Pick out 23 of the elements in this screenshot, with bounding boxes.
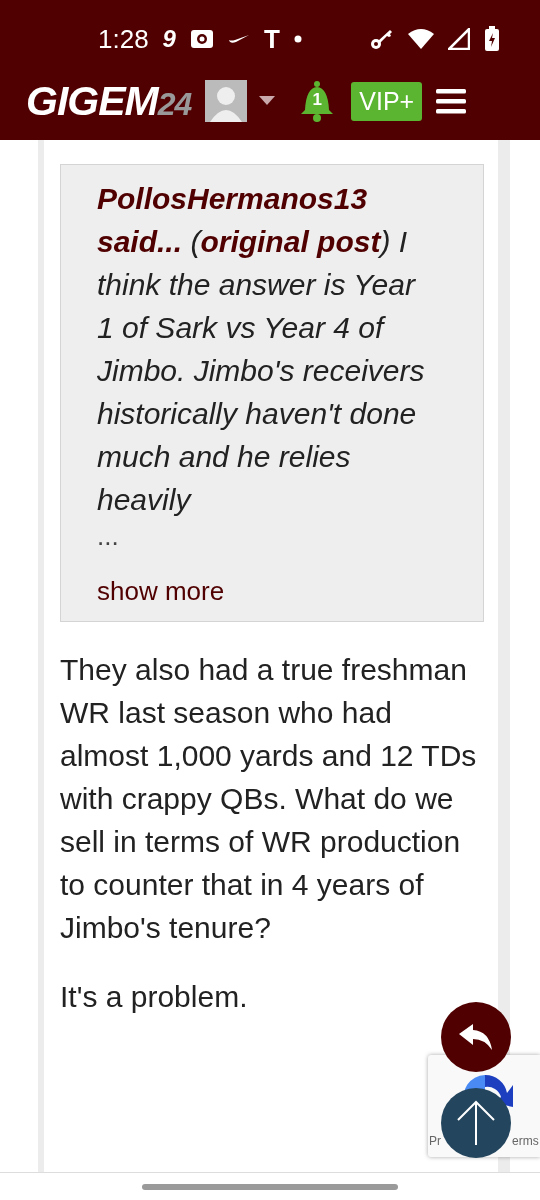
notification-glyph: T bbox=[263, 23, 280, 55]
key-icon bbox=[370, 28, 394, 50]
recaptcha-terms-text[interactable]: erms bbox=[512, 1134, 539, 1148]
reply-icon bbox=[459, 1024, 493, 1050]
menu-icon[interactable] bbox=[436, 88, 467, 114]
recaptcha-privacy-text[interactable]: Pr bbox=[429, 1134, 441, 1148]
avatar-icon[interactable] bbox=[205, 80, 248, 122]
show-more-link[interactable]: show more bbox=[97, 576, 225, 607]
post-paragraph: They also had a true freshman WR last season who had almost 1,000 yards and 12 TDs with crappy QBs. What do we sell in terms of WR production to counter that in 4 years of Jimbo's tenure? bbox=[60, 652, 478, 946]
battery-icon bbox=[484, 26, 500, 52]
notification-glyph: 9 bbox=[162, 25, 176, 53]
clock: 1:28 bbox=[98, 23, 149, 55]
gesture-handle[interactable] bbox=[142, 1184, 398, 1190]
caret-icon[interactable] bbox=[259, 96, 276, 106]
signal-icon bbox=[448, 28, 470, 50]
up-arrow-icon bbox=[456, 1100, 496, 1146]
camera-icon bbox=[189, 29, 214, 49]
quote-text: PollosHermanos13 said... (original post) I think the answer is Year 1 of Sark vs Year 4 of Jimbo. Jimbo's receivers historically haven't done much and he relies heavily bbox=[97, 181, 426, 518]
wifi-icon bbox=[408, 29, 434, 49]
post-paragraph: It's a problem. bbox=[60, 979, 249, 1015]
dot-icon bbox=[293, 35, 302, 43]
site-logo[interactable]: GIGEM24 bbox=[26, 77, 192, 125]
ellipsis: ... bbox=[97, 521, 119, 552]
